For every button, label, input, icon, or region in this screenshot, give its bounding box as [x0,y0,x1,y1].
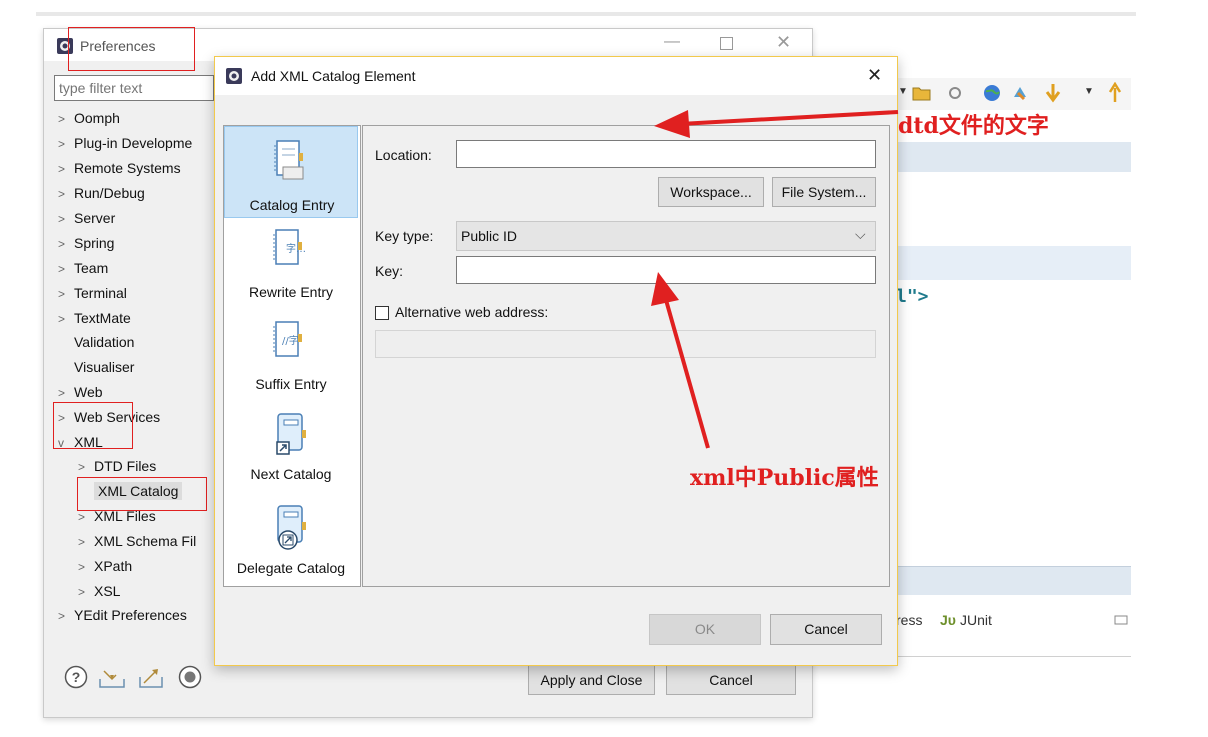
annotation-dtd-text: dtd文件的文字 [898,113,1049,139]
arrow-to-title-line [679,110,899,126]
annotation-public-text: xml中Public属性 [690,465,879,491]
arrow-to-key-line [664,299,710,449]
arrowhead-key [651,272,679,306]
arrowhead-title [654,110,690,138]
